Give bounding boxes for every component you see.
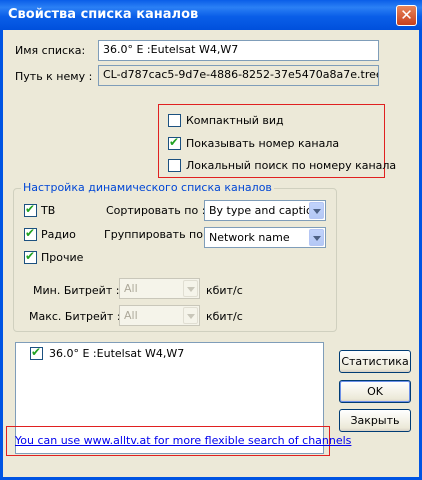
sort-label: Сортировать по : bbox=[106, 204, 206, 217]
close-window-button[interactable]: ✕ bbox=[396, 5, 417, 26]
min-bitrate-unit: кбит/с bbox=[206, 284, 243, 297]
local-search-label: Локальный поиск по номеру канала bbox=[186, 159, 397, 172]
dynamic-list-group-title: Настройка динамического списка каналов bbox=[21, 181, 274, 194]
chevron-down-icon[interactable] bbox=[309, 202, 324, 219]
chevron-down-icon bbox=[183, 280, 198, 297]
title-bar[interactable]: Свойства списка каналов ✕ bbox=[0, 0, 422, 30]
group-select[interactable]: Network name bbox=[204, 227, 326, 248]
sort-select[interactable]: By type and caption bbox=[204, 200, 326, 221]
max-bitrate-unit: кбит/с bbox=[206, 310, 243, 323]
group-label: Группировать по : bbox=[104, 228, 211, 241]
alltv-link[interactable]: You can use www.alltv.at for more flexib… bbox=[15, 434, 351, 447]
tv-checkbox[interactable] bbox=[24, 202, 37, 217]
min-bitrate-label: Мин. Битрейт : bbox=[33, 284, 120, 297]
other-label: Прочие bbox=[41, 251, 84, 264]
other-checkbox[interactable] bbox=[24, 249, 37, 264]
max-bitrate-select[interactable]: All bbox=[119, 305, 200, 326]
compact-view-checkbox[interactable] bbox=[168, 114, 181, 127]
close-button[interactable]: Закрыть bbox=[339, 409, 411, 432]
list-name-input[interactable]: 36.0° E :Eutelsat W4,W7 bbox=[98, 40, 379, 61]
show-channel-number-label: Показывать номер канала bbox=[186, 137, 340, 150]
group-select-value: Network name bbox=[209, 231, 290, 244]
list-item-label[interactable]: 36.0° E :Eutelsat W4,W7 bbox=[49, 347, 184, 360]
ok-button[interactable]: OK bbox=[339, 380, 411, 403]
path-field: CL-d787cac5-9d7e-4886-8252-37e5470a8a7e.… bbox=[98, 65, 379, 86]
window-title: Свойства списка каналов bbox=[8, 7, 199, 22]
list-name-label: Имя списка: bbox=[15, 44, 86, 57]
max-bitrate-value: All bbox=[124, 309, 138, 322]
local-search-checkbox[interactable] bbox=[168, 159, 181, 172]
show-channel-number-checkbox[interactable] bbox=[168, 135, 181, 150]
min-bitrate-select[interactable]: All bbox=[119, 278, 200, 299]
dialog-content: Имя списка: 36.0° E :Eutelsat W4,W7 Путь… bbox=[3, 30, 419, 477]
min-bitrate-value: All bbox=[124, 282, 138, 295]
chevron-down-icon bbox=[183, 307, 198, 324]
radio-checkbox[interactable] bbox=[24, 226, 37, 241]
dialog-window: Свойства списка каналов ✕ Имя списка: 36… bbox=[0, 0, 422, 480]
tv-label: ТВ bbox=[41, 204, 56, 217]
path-label: Путь к нему : bbox=[15, 70, 93, 83]
statistics-button[interactable]: Статистика bbox=[339, 350, 411, 373]
chevron-down-icon[interactable] bbox=[309, 229, 324, 246]
radio-label: Радио bbox=[41, 228, 76, 241]
list-item-checkbox[interactable] bbox=[30, 345, 43, 360]
compact-view-label: Компактный вид bbox=[186, 114, 284, 127]
max-bitrate-label: Макс. Битрейт : bbox=[29, 310, 121, 323]
sort-select-value: By type and caption bbox=[209, 204, 320, 217]
